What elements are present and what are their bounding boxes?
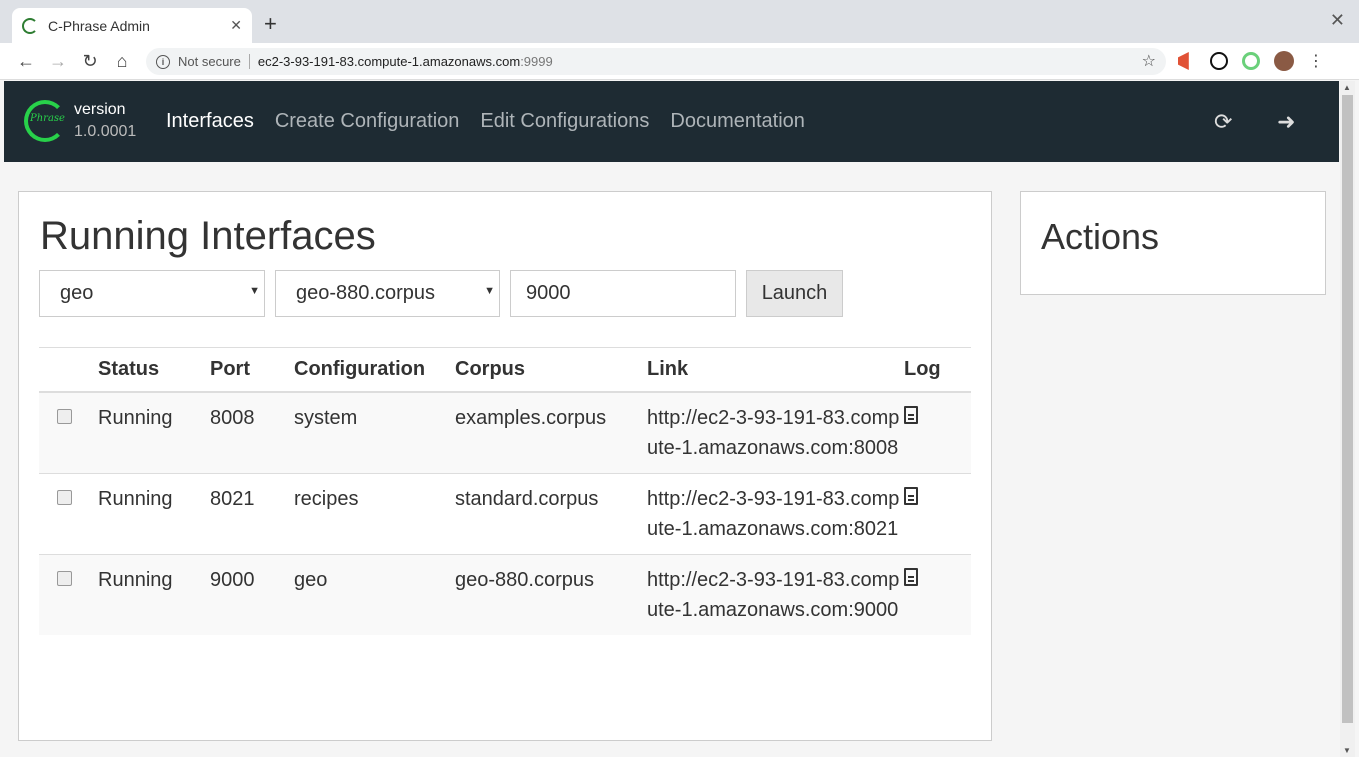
launch-button[interactable]: Launch: [746, 270, 843, 317]
new-tab-button[interactable]: +: [264, 12, 277, 36]
profile-avatar[interactable]: [1274, 51, 1294, 71]
url-host: ec2-3-93-191-83.compute-1.amazonaws.com: [257, 54, 521, 69]
tab-title: C-Phrase Admin: [48, 17, 150, 34]
version-number: 1.0.0001: [74, 123, 137, 140]
configuration-cell: system: [294, 391, 455, 473]
port-cell: 8021: [210, 472, 294, 554]
ring-extension-icon[interactable]: [1242, 52, 1260, 70]
nav-link-documentation[interactable]: Documentation: [670, 110, 805, 133]
corpus-cell: examples.corpus: [455, 391, 647, 473]
url-port: :9999: [520, 54, 553, 69]
status-cell: Running: [98, 391, 210, 473]
log-file-icon[interactable]: [904, 486, 918, 505]
interface-select[interactable]: geo ▼: [39, 270, 265, 317]
browser-tab[interactable]: C-Phrase Admin ✕: [12, 8, 252, 43]
port-cell: 9000: [210, 553, 294, 635]
info-icon[interactable]: i: [156, 54, 170, 69]
interface-link[interactable]: http://ec2-3-93-191-83.compute-1.amazona…: [647, 553, 904, 635]
page-title: Running Interfaces: [40, 214, 376, 258]
browser-menu-icon[interactable]: ⋮: [1308, 51, 1324, 71]
corpus-cell: geo-880.corpus: [455, 553, 647, 635]
tab-close-icon[interactable]: ✕: [230, 17, 242, 34]
interfaces-table: Status Port Configuration Corpus Link Lo…: [39, 347, 971, 635]
browser-tabstrip: C-Phrase Admin ✕ + ✕: [0, 0, 1359, 43]
chat-extension-icon[interactable]: [1210, 52, 1228, 70]
favicon-icon: [22, 17, 38, 34]
status-cell: Running: [98, 553, 210, 635]
chevron-down-icon: ▼: [484, 285, 495, 297]
corpus-cell: standard.corpus: [455, 472, 647, 554]
bookmark-star-icon[interactable]: ☆: [1142, 51, 1156, 71]
header-port: Port: [210, 347, 294, 393]
table-row: Running 8008 system examples.corpus http…: [39, 391, 971, 473]
browser-toolbar: ← → ↻ ⌂ i Not secure ec2-3-93-191-83.com…: [0, 43, 1359, 80]
status-cell: Running: [98, 472, 210, 554]
chevron-down-icon: ▼: [249, 285, 260, 297]
header-log: Log: [904, 347, 971, 393]
nav-link-edit-configurations[interactable]: Edit Configurations: [480, 110, 649, 133]
actions-title: Actions: [1041, 216, 1160, 257]
configuration-cell: recipes: [294, 472, 455, 554]
window-close-button[interactable]: ✕: [1330, 10, 1345, 31]
version-label: version: [74, 101, 126, 118]
header-select: [39, 347, 98, 393]
actions-panel: Actions: [1020, 191, 1326, 295]
table-header-row: Status Port Configuration Corpus Link Lo…: [39, 347, 971, 393]
logo-text: Phrase: [30, 113, 65, 124]
header-configuration: Configuration: [294, 347, 455, 393]
app-navbar: Phrase version 1.0.0001 Interfaces Creat…: [4, 81, 1339, 162]
interface-link[interactable]: http://ec2-3-93-191-83.compute-1.amazona…: [647, 472, 904, 554]
reload-icon[interactable]: ↻: [74, 45, 106, 77]
header-link: Link: [647, 347, 904, 393]
row-checkbox[interactable]: [57, 489, 72, 505]
home-icon[interactable]: ⌂: [106, 45, 138, 77]
row-checkbox[interactable]: [57, 408, 72, 424]
refresh-icon[interactable]: ⟳: [1214, 109, 1232, 135]
scroll-up-icon[interactable]: ▲: [1343, 83, 1351, 92]
interface-link[interactable]: http://ec2-3-93-191-83.compute-1.amazona…: [647, 391, 904, 473]
scroll-thumb[interactable]: [1342, 95, 1353, 723]
scroll-down-icon[interactable]: ▼: [1343, 746, 1351, 755]
nav-link-interfaces[interactable]: Interfaces: [166, 110, 254, 133]
extensions-area: ⋮: [1178, 51, 1324, 71]
header-status: Status: [98, 347, 210, 393]
configuration-cell: geo: [294, 553, 455, 635]
corpus-select-value: geo-880.corpus: [296, 282, 435, 304]
address-bar[interactable]: i Not secure ec2-3-93-191-83.compute-1.a…: [146, 48, 1166, 75]
nav-link-create-configuration[interactable]: Create Configuration: [275, 110, 460, 133]
table-row: Running 9000 geo geo-880.corpus http://e…: [39, 553, 971, 635]
log-file-icon[interactable]: [904, 405, 918, 424]
security-label: Not secure: [178, 54, 250, 69]
log-file-icon[interactable]: [904, 567, 918, 586]
interface-select-value: geo: [60, 282, 94, 304]
header-corpus: Corpus: [455, 347, 647, 393]
corpus-select[interactable]: geo-880.corpus ▼: [275, 270, 500, 317]
back-arrow-icon[interactable]: ←: [10, 45, 42, 77]
table-row: Running 8021 recipes standard.corpus htt…: [39, 472, 971, 554]
forward-arrow-icon[interactable]: →: [42, 45, 74, 77]
version-info: version 1.0.0001: [74, 99, 136, 143]
port-cell: 8008: [210, 391, 294, 473]
running-interfaces-panel: Running Interfaces geo ▼ geo-880.corpus …: [18, 191, 992, 741]
nav-links: Interfaces Create Configuration Edit Con…: [166, 81, 805, 162]
megaphone-extension-icon[interactable]: [1178, 52, 1189, 70]
row-checkbox[interactable]: [57, 570, 72, 586]
logout-icon[interactable]: ➜: [1277, 109, 1295, 135]
port-input[interactable]: [510, 270, 736, 317]
page-scrollbar[interactable]: ▲ ▼: [1340, 81, 1355, 757]
